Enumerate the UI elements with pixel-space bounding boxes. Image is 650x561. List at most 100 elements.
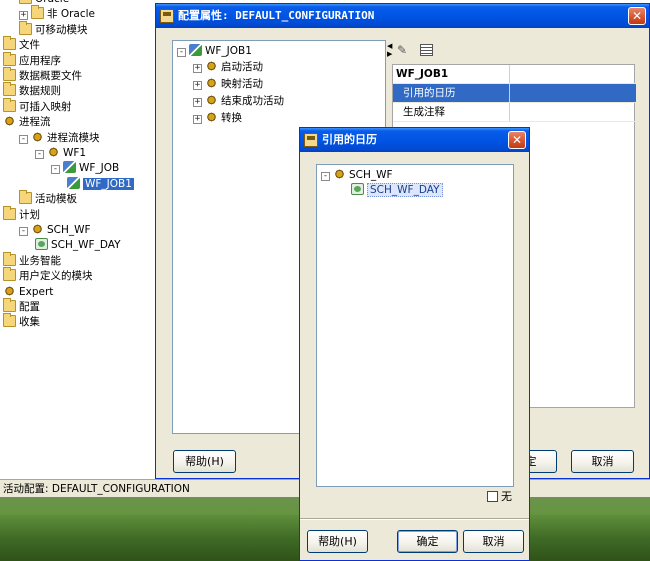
tree-item-label: 业务智能 xyxy=(19,254,61,267)
tree-item[interactable]: 应用程序 xyxy=(3,51,61,69)
flow-icon xyxy=(189,44,202,56)
config-tree-item-label: 映射活动 xyxy=(221,78,263,90)
folder-icon xyxy=(3,36,16,51)
property-value[interactable] xyxy=(509,103,636,121)
collapse-icon[interactable]: - xyxy=(19,227,28,236)
tree-item-label: 进程流模块 xyxy=(47,131,100,144)
tree-item[interactable]: - WF_JOB xyxy=(51,161,119,176)
splitter-arrows[interactable]: ◀ ▶ xyxy=(387,42,393,64)
collapse-icon[interactable]: - xyxy=(321,172,330,181)
tree-item[interactable]: + 非 Oracle xyxy=(19,5,96,22)
calendar-dialog-titlebar[interactable]: 引用的日历 ✕ xyxy=(300,128,529,152)
property-group-header: WF_JOB1 xyxy=(393,65,636,84)
dialog-app-icon xyxy=(160,9,174,23)
tree-item[interactable]: 数据规则 xyxy=(3,82,61,99)
tree-item[interactable]: - 进程流模块 xyxy=(19,130,100,146)
tree-item-label: 数据概要文件 xyxy=(19,70,82,82)
tree-item-label: 计划 xyxy=(19,208,40,221)
config-tree-item[interactable]: + 转换 xyxy=(193,111,242,126)
property-row[interactable]: 引用的日历 xyxy=(393,84,636,103)
tree-item[interactable]: Oracle xyxy=(19,0,69,7)
folder-icon xyxy=(3,251,16,266)
property-view-icon[interactable] xyxy=(420,44,433,56)
tree-item[interactable]: 可移动模块 xyxy=(19,20,88,38)
folder-icon xyxy=(3,205,16,220)
close-icon[interactable]: ✕ xyxy=(508,131,526,149)
calendar-ok-button[interactable]: 确定 xyxy=(397,530,458,553)
calendar-tree-item-label: SCH_WF_DAY xyxy=(367,183,443,197)
expand-icon[interactable]: + xyxy=(19,11,28,21)
config-tree-root[interactable]: - WF_JOB1 xyxy=(177,44,252,59)
tree-item-label: 用户定义的模块 xyxy=(19,270,93,283)
tree-item-label: 文件 xyxy=(19,39,40,52)
tree-item[interactable]: - SCH_WF xyxy=(19,223,91,238)
calendar-tree-root[interactable]: - SCH_WF xyxy=(321,168,393,183)
tree-item-label: 活动模板 xyxy=(35,193,77,206)
tree-item[interactable]: WF_JOB1 xyxy=(67,176,134,192)
folder-icon xyxy=(3,51,16,66)
close-icon[interactable]: ✕ xyxy=(628,7,646,25)
collapse-icon[interactable]: - xyxy=(177,48,186,57)
gear-icon xyxy=(31,223,44,235)
config-tree-item[interactable]: + 映射活动 xyxy=(193,77,263,92)
config-tree-item-label: 启动活动 xyxy=(221,61,263,73)
config-tree-item[interactable]: + 结束成功活动 xyxy=(193,94,284,109)
props-header-value xyxy=(509,65,636,83)
flow-icon xyxy=(63,161,76,174)
referenced-calendar-dialog: 引用的日历 ✕ - SCH_WF SCH_WF_DAY 无 帮助(H) 确定 取消 xyxy=(299,127,530,561)
property-name: 生成注释 xyxy=(403,106,445,118)
property-value[interactable] xyxy=(509,84,636,102)
tree-item-label: 应用程序 xyxy=(19,54,61,67)
wrench-icon[interactable]: ✎ xyxy=(397,43,411,57)
flow-icon xyxy=(67,176,80,189)
config-cancel-button[interactable]: 取消 xyxy=(571,450,634,473)
activity-icon xyxy=(205,111,218,123)
tree-item[interactable]: 计划 xyxy=(3,205,40,223)
tree-item-label: Expert xyxy=(19,285,54,298)
gear-icon xyxy=(3,284,16,297)
tree-item[interactable]: 数据概要文件 xyxy=(3,67,82,84)
calendar-tree-root-label: SCH_WF xyxy=(349,169,393,181)
gear-icon xyxy=(31,130,44,143)
tree-item-label: 非 Oracle xyxy=(47,8,96,21)
tree-item[interactable]: 活动模板 xyxy=(19,190,77,207)
none-checkbox[interactable] xyxy=(487,491,498,502)
calendar-icon xyxy=(351,183,364,195)
property-row[interactable]: 生成注释 xyxy=(393,103,636,122)
calendar-tree-item[interactable]: SCH_WF_DAY xyxy=(351,183,443,198)
calendar-icon xyxy=(35,238,48,251)
config-help-button[interactable]: 帮助(H) xyxy=(173,450,236,473)
tree-item[interactable]: 可插入映射 xyxy=(3,97,72,115)
calendar-cancel-button[interactable]: 取消 xyxy=(463,530,524,553)
config-tree-item[interactable]: + 启动活动 xyxy=(193,60,263,75)
gear-icon xyxy=(47,146,60,158)
expand-icon[interactable]: + xyxy=(193,81,202,90)
tree-item-label: 进程流 xyxy=(19,116,51,129)
project-tree: Oracle + 非 Oracle 可移动模块文件应用程序数据概要文件数据规则可插入映… xyxy=(0,0,160,470)
tree-item-label: SCH_WF_DAY xyxy=(51,239,121,252)
expand-icon[interactable]: + xyxy=(193,64,202,73)
activity-icon xyxy=(205,77,218,89)
tree-item[interactable]: - WF1 xyxy=(35,146,86,161)
config-dialog-titlebar[interactable]: 配置属性: DEFAULT_CONFIGURATION ✕ xyxy=(156,4,649,28)
tree-item[interactable]: 收集 xyxy=(3,313,40,330)
collapse-icon[interactable]: - xyxy=(51,165,60,175)
gear-icon xyxy=(3,115,16,128)
tree-item[interactable]: SCH_WF_DAY xyxy=(35,238,121,253)
collapse-icon[interactable]: - xyxy=(19,134,28,144)
tree-item[interactable]: 用户定义的模块 xyxy=(3,267,93,284)
expand-icon[interactable]: + xyxy=(193,115,202,124)
calendar-tree-pane: - SCH_WF SCH_WF_DAY xyxy=(316,164,514,487)
tree-item[interactable]: 进程流 xyxy=(3,115,51,130)
none-checkbox-row[interactable]: 无 xyxy=(487,490,512,504)
tree-item-label: 收集 xyxy=(19,316,40,329)
expand-icon[interactable]: + xyxy=(193,98,202,107)
tree-item-label: 配置 xyxy=(19,301,40,313)
tree-item-label: WF_JOB xyxy=(79,162,120,175)
collapse-icon[interactable]: - xyxy=(35,150,44,159)
tree-item[interactable]: 业务智能 xyxy=(3,251,61,269)
calendar-help-button[interactable]: 帮助(H) xyxy=(307,530,368,553)
config-dialog-title: 配置属性: DEFAULT_CONFIGURATION xyxy=(178,9,375,22)
activity-icon xyxy=(205,60,218,72)
dialog-separator xyxy=(300,518,529,520)
